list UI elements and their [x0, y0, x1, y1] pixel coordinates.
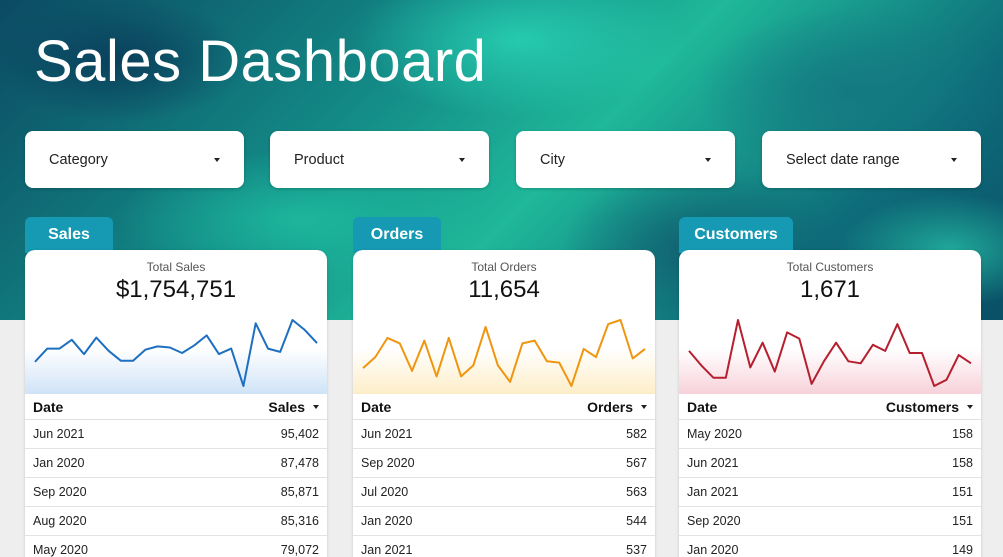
dropdown-caret-icon	[459, 157, 465, 162]
sales-table: Date Sales Jun 2021 95,402 Jan 2020 87,478…	[25, 394, 327, 557]
table-row: May 2020 158	[679, 420, 981, 449]
date-range-filter[interactable]: Select date range	[762, 131, 981, 188]
row-value: 85,871	[280, 485, 319, 499]
table-header: Date Orders	[353, 394, 655, 420]
orders-column-label: Orders	[587, 398, 633, 415]
row-value: 158	[952, 456, 973, 470]
row-value: 537	[626, 543, 647, 557]
row-value: 79,072	[280, 543, 319, 557]
row-value: 87,478	[280, 456, 319, 470]
sales-sparkline	[25, 312, 327, 394]
table-row: Jan 2020 87,478	[25, 449, 327, 478]
row-value: 582	[626, 427, 647, 441]
kpi-label: Total Customers	[786, 260, 874, 274]
table-row: Sep 2020 567	[353, 449, 655, 478]
row-value: 85,316	[280, 514, 319, 528]
kpi-value: 11,654	[468, 276, 540, 303]
dropdown-caret-icon	[214, 157, 220, 162]
kpi-value: 1,671	[799, 276, 861, 303]
table-row: Aug 2020 85,316	[25, 507, 327, 536]
row-date: Jan 2020	[361, 514, 413, 528]
row-date: Jan 2020	[33, 456, 85, 470]
category-filter[interactable]: Category	[25, 131, 244, 188]
row-value: 567	[626, 456, 647, 470]
dropdown-caret-icon	[951, 157, 957, 162]
row-value: 563	[626, 485, 647, 499]
city-filter-label: City	[540, 151, 565, 168]
customers-sparkline	[679, 312, 981, 394]
orders-table: Date Orders Jun 2021 582 Sep 2020 567 Jul …	[353, 394, 655, 557]
dropdown-caret-icon	[705, 157, 711, 162]
customers-table: Date Customers May 2020 158 Jun 2021 158 J…	[679, 394, 981, 557]
kpi-value: $1,754,751	[115, 276, 237, 303]
row-date: Jan 2021	[361, 543, 413, 557]
table-row: Jan 2020 149	[679, 536, 981, 557]
kpi-label: Total Sales	[146, 260, 206, 274]
orders-sparkline	[353, 312, 655, 394]
table-row: Jun 2021 582	[353, 420, 655, 449]
date-column-header[interactable]: Date	[361, 399, 587, 415]
date-range-filter-label: Select date range	[786, 151, 900, 168]
kpi-label: Total Orders	[471, 260, 537, 274]
page-title: Sales Dashboard	[34, 29, 487, 94]
table-row: Jun 2021 95,402	[25, 420, 327, 449]
category-filter-label: Category	[49, 151, 108, 168]
row-value: 544	[626, 514, 647, 528]
table-row: Jul 2020 563	[353, 478, 655, 507]
customers-column-label: Customers	[885, 398, 959, 415]
row-date: Jun 2021	[361, 427, 413, 441]
row-value: 151	[952, 514, 973, 528]
city-filter[interactable]: City	[516, 131, 735, 188]
row-date: Jan 2021	[687, 485, 739, 499]
product-filter-label: Product	[294, 151, 344, 168]
table-row: Jan 2021 151	[679, 478, 981, 507]
row-date: Sep 2020	[687, 514, 741, 528]
date-column-header[interactable]: Date	[687, 399, 886, 415]
table-row: Jun 2021 158	[679, 449, 981, 478]
row-date: Jul 2020	[361, 485, 409, 499]
tab-customers[interactable]: Customers	[679, 217, 793, 253]
row-value: 95,402	[280, 427, 319, 441]
customers-card: Total Customers 1,671 Date Customers May…	[679, 250, 981, 557]
table-header: Date Customers	[679, 394, 981, 420]
sort-desc-icon	[313, 404, 319, 409]
row-date: Aug 2020	[33, 514, 87, 528]
table-row: May 2020 79,072	[25, 536, 327, 557]
sparkline-fill	[25, 312, 327, 394]
table-row: Jan 2020 544	[353, 507, 655, 536]
sales-column-header[interactable]: Sales	[268, 399, 319, 415]
sort-desc-icon	[967, 404, 973, 409]
row-date: May 2020	[687, 427, 742, 441]
sort-desc-icon	[641, 404, 647, 409]
row-date: Sep 2020	[361, 456, 415, 470]
product-filter[interactable]: Product	[270, 131, 489, 188]
table-row: Jan 2021 537	[353, 536, 655, 557]
table-row: Sep 2020 151	[679, 507, 981, 536]
table-header: Date Sales	[25, 394, 327, 420]
table-row: Sep 2020 85,871	[25, 478, 327, 507]
row-date: Jun 2021	[687, 456, 739, 470]
date-column-header[interactable]: Date	[33, 399, 268, 415]
customers-column-header[interactable]: Customers	[886, 399, 973, 415]
row-date: Sep 2020	[33, 485, 87, 499]
orders-card: Total Orders 11,654 Date Orders Jun 2021…	[353, 250, 655, 557]
row-value: 151	[952, 485, 973, 499]
orders-column-header[interactable]: Orders	[587, 399, 647, 415]
row-date: Jan 2020	[687, 543, 739, 557]
sales-column-label: Sales	[268, 398, 305, 415]
row-date: May 2020	[33, 543, 88, 557]
tab-orders[interactable]: Orders	[353, 217, 441, 253]
sales-card: Total Sales $1,754,751 Date Sales Jun 20…	[25, 250, 327, 557]
tab-sales[interactable]: Sales	[25, 217, 113, 253]
row-date: Jun 2021	[33, 427, 85, 441]
row-value: 149	[952, 543, 973, 557]
row-value: 158	[952, 427, 973, 441]
